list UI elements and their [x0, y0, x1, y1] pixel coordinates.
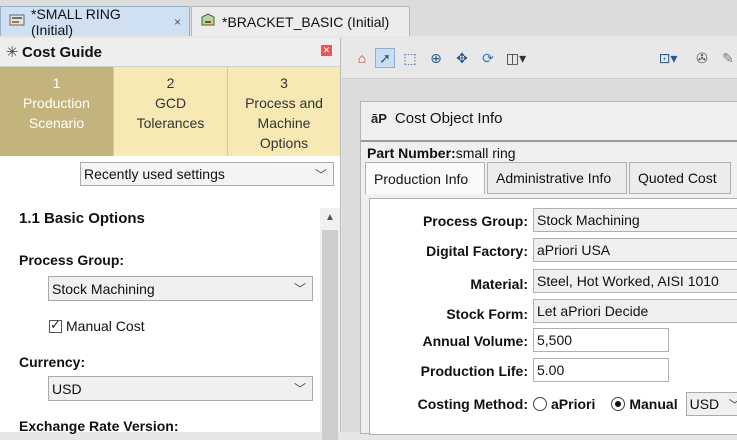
panel-title: Cost Guide — [22, 43, 103, 61]
box-select-icon[interactable]: ⬚ — [400, 48, 420, 68]
chart-icon[interactable]: ⊡▾ — [654, 48, 682, 68]
chevron-down-icon: ﹀ — [293, 282, 306, 296]
costing-method-options: aPriori Manual USD ﹀ — [533, 392, 737, 416]
annual-volume-input[interactable]: 5,500 — [533, 328, 669, 352]
cost-guide-header: ✳ Cost Guide ✕ — [0, 38, 340, 67]
tab-bracket-basic[interactable]: *BRACKET_BASIC (Initial) — [191, 6, 410, 36]
step-number: 1 — [52, 75, 61, 91]
radio-label: aPriori — [551, 396, 596, 412]
step-label: GCD — [154, 95, 187, 111]
production-life-label: Production Life: — [420, 363, 528, 379]
pen-icon[interactable]: ✎ — [718, 48, 737, 68]
vertical-scrollbar[interactable]: ▲ — [320, 208, 340, 440]
costing-manual-radio[interactable] — [611, 397, 626, 411]
panel-header: āP Cost Object Info — [371, 110, 502, 127]
part-icon — [9, 13, 25, 30]
process-group-value: Stock Machining — [533, 208, 737, 232]
digital-factory-value: aPriori USA — [533, 238, 737, 262]
recent-settings-dropdown[interactable]: Recently used settings ﹀ — [80, 162, 334, 186]
document-tab-strip: *SMALL RING (Initial) × *BRACKET_BASIC (… — [0, 0, 737, 38]
part-number-value: small ring — [455, 145, 516, 161]
fit-view-icon[interactable]: ✥ — [452, 48, 472, 68]
manual-cost-checkbox-row[interactable]: Manual Cost — [49, 317, 145, 334]
stock-form-label: Stock Form: — [446, 306, 528, 322]
step-label: Production — [23, 95, 90, 111]
part-number-label: Part Number: — [367, 145, 456, 161]
step-label: Tolerances — [136, 115, 205, 131]
currency-label: Currency: — [19, 354, 86, 370]
production-info-form: Process Group: Stock Machining Digital F… — [369, 198, 737, 435]
part-number: Part Number:small ring — [367, 145, 516, 161]
step-process-machine-options[interactable]: 3 Process and Machine Options — [228, 67, 340, 156]
costing-apriori-radio[interactable] — [533, 397, 547, 411]
tab-label: Production Info — [374, 170, 469, 187]
view-layout-icon[interactable]: ◫▾ — [506, 48, 526, 68]
step-number: 3 — [280, 75, 288, 91]
stock-form-value: Let aPriori Decide — [533, 299, 737, 323]
costing-currency-select[interactable]: USD ﹀ — [685, 392, 737, 416]
cost-object-info-panel: āP Cost Object Info Part Number:small ri… — [360, 101, 737, 435]
home-icon[interactable]: ⌂ — [352, 48, 372, 68]
divider — [361, 140, 737, 142]
tab-label: Quoted Cost — [638, 170, 717, 186]
production-life-input[interactable]: 5.00 — [533, 358, 669, 382]
step-production-scenario[interactable]: 1 Production Scenario — [0, 67, 114, 156]
scrollbar-thumb[interactable] — [322, 230, 338, 440]
step-label: Machine — [257, 115, 311, 131]
material-value: Steel, Hot Worked, AISI 1010 — [533, 269, 737, 293]
rotate-icon[interactable]: ⟳ — [478, 48, 498, 68]
process-group-label: Process Group: — [19, 252, 125, 268]
chevron-down-icon: ﹀ — [729, 396, 737, 413]
scroll-up-icon[interactable]: ▲ — [320, 208, 340, 228]
section-title: 1.1 Basic Options — [19, 210, 145, 227]
pointer-icon[interactable]: ➚ — [375, 48, 395, 68]
select-value: USD — [689, 396, 720, 412]
tab-label: *BRACKET_BASIC (Initial) — [222, 13, 390, 30]
cost-guide-panel: ✳ Cost Guide ✕ 1 Production Scenario 2 G… — [0, 38, 341, 440]
viewer-panel: ⌂ ➚ ⬚ ⊕ ✥ ⟳ ◫▾ ⊡▾ ✇ ✎ āP Cost Object Inf… — [342, 38, 737, 435]
chevron-down-icon: ﹀ — [293, 382, 306, 396]
chevron-down-icon: ﹀ — [314, 168, 327, 182]
digital-factory-label: Digital Factory: — [426, 243, 528, 259]
step-label: Options — [259, 135, 309, 151]
zoom-icon[interactable]: ⊕ — [426, 48, 446, 68]
tab-quoted-cost[interactable]: Quoted Cost — [629, 162, 731, 194]
material-label: Material: — [470, 276, 528, 292]
annual-volume-label: Annual Volume: — [422, 333, 528, 349]
tab-label: Administrative Info — [496, 170, 612, 186]
close-icon[interactable]: ✕ — [321, 45, 332, 56]
tab-label: *SMALL RING (Initial) — [31, 5, 121, 38]
settings-wheel-icon[interactable]: ✇ — [692, 48, 712, 68]
process-group-label: Process Group: — [422, 213, 528, 229]
apriori-logo-icon: āP — [371, 111, 387, 126]
step-number: 2 — [166, 75, 175, 91]
gear-icon: ✳ — [5, 44, 19, 61]
currency-select[interactable]: USD ﹀ — [48, 376, 313, 401]
manual-cost-checkbox[interactable] — [49, 317, 62, 333]
sheetmetal-part-icon — [200, 13, 216, 30]
process-group-select[interactable]: Stock Machining ﹀ — [48, 276, 313, 301]
select-value: USD — [52, 380, 82, 397]
checkbox-label: Manual Cost — [66, 318, 145, 334]
tab-administrative-info[interactable]: Administrative Info — [487, 162, 627, 194]
costing-method-label: Costing Method: — [417, 396, 528, 412]
step-label: Process and — [245, 95, 323, 111]
panel-title: Cost Object Info — [394, 110, 503, 127]
tab-production-info[interactable]: Production Info — [365, 162, 485, 194]
tab-small-ring[interactable]: *SMALL RING (Initial) × — [0, 5, 190, 38]
dropdown-value: Recently used settings — [84, 166, 225, 182]
radio-label: Manual — [629, 396, 678, 412]
step-gcd-tolerances[interactable]: 2 GCD Tolerances — [114, 67, 228, 156]
select-value: Stock Machining — [52, 280, 155, 297]
step-label: Scenario — [28, 115, 85, 131]
close-icon[interactable]: × — [174, 15, 181, 29]
viewer-toolbar: ⌂ ➚ ⬚ ⊕ ✥ ⟳ ◫▾ ⊡▾ ✇ ✎ — [342, 38, 737, 79]
